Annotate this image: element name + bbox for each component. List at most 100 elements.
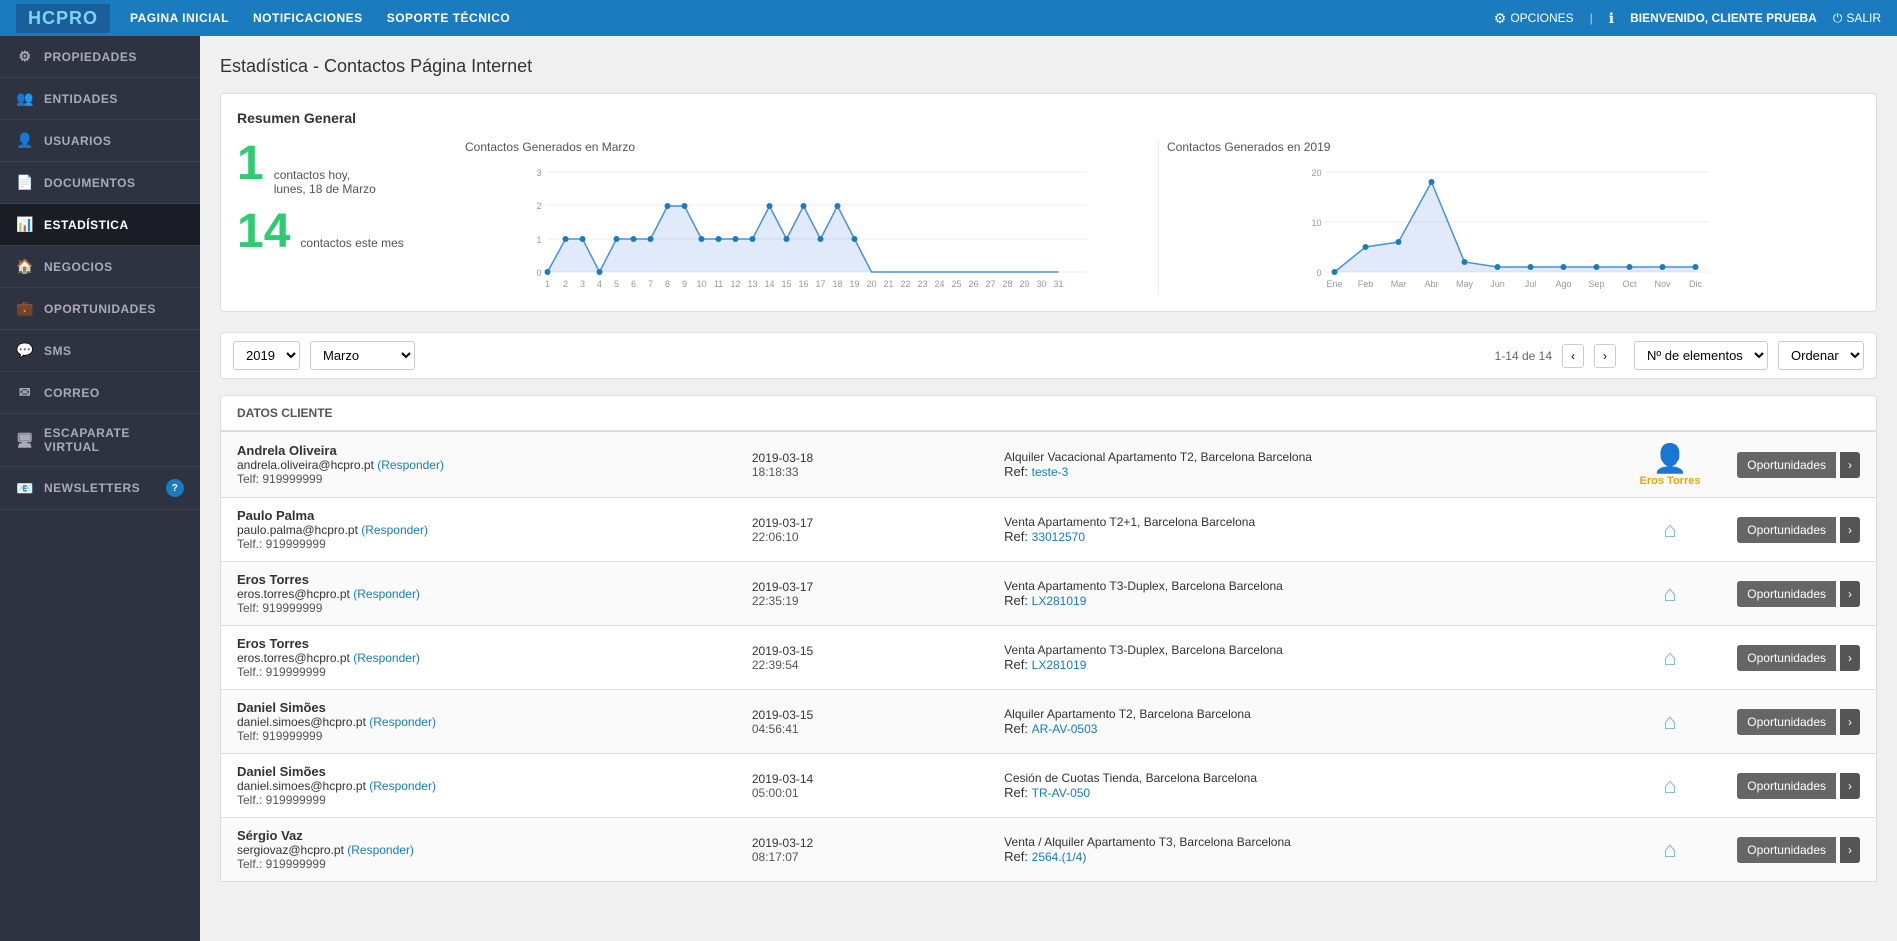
pagination-next[interactable]: › xyxy=(1594,344,1616,368)
svg-text:30: 30 xyxy=(1036,279,1046,289)
property-ref-link[interactable]: TR-AV-050 xyxy=(1032,786,1090,800)
month-select[interactable]: Enero Febrero Marzo Abril Mayo Junio Jul… xyxy=(310,341,415,370)
reply-link[interactable]: (Responder) xyxy=(361,523,428,537)
stat-month-label: contactos este mes xyxy=(300,236,403,250)
pagination-prev[interactable]: ‹ xyxy=(1562,344,1584,368)
reply-link[interactable]: (Responder) xyxy=(353,587,420,601)
year-select[interactable]: 2019 2018 2017 xyxy=(233,341,300,370)
options-button[interactable]: ⚙ OPCIONES xyxy=(1494,10,1574,27)
svg-text:3: 3 xyxy=(580,279,585,289)
svg-text:Jul: Jul xyxy=(1525,279,1537,289)
oportunidades-arrow[interactable]: › xyxy=(1840,452,1860,478)
filters-row: 2019 2018 2017 Enero Febrero Marzo Abril… xyxy=(220,332,1877,379)
property-ref-link[interactable]: AR-AV-0503 xyxy=(1032,722,1098,736)
property-ref-link[interactable]: teste-3 xyxy=(1032,465,1069,479)
agent-name: Eros Torres xyxy=(1620,475,1720,487)
user-label: BIENVENIDO, CLIENTE PRUEBA xyxy=(1630,11,1817,25)
correo-icon: ✉ xyxy=(16,384,34,401)
contact-date: 2019-03-15 22:39:54 xyxy=(752,644,994,672)
oportunidades-arrow[interactable]: › xyxy=(1840,517,1860,543)
svg-text:Dic: Dic xyxy=(1689,279,1702,289)
client-name: Eros Torres xyxy=(237,636,742,651)
property-icon: ⌂ xyxy=(1620,837,1720,863)
sidebar-label-sms: SMS xyxy=(44,344,72,358)
order-select[interactable]: Ordenar xyxy=(1778,341,1864,370)
nav-notificaciones[interactable]: NOTIFICACIONES xyxy=(253,11,363,25)
table-row: Daniel Simões daniel.simoes@hcpro.pt (Re… xyxy=(220,690,1877,754)
property-icon: ⌂ xyxy=(1620,581,1720,607)
oportunidades-button[interactable]: Oportunidades xyxy=(1737,517,1836,543)
oportunidades-arrow[interactable]: › xyxy=(1840,837,1860,863)
svg-text:2: 2 xyxy=(563,279,568,289)
sidebar-item-sms[interactable]: 💬 SMS xyxy=(0,330,200,372)
sidebar-item-usuarios[interactable]: 👤 USUARIOS xyxy=(0,120,200,162)
sidebar-item-entidades[interactable]: 👥 ENTIDADES xyxy=(0,78,200,120)
property-ref-link[interactable]: LX281019 xyxy=(1032,594,1087,608)
reply-link[interactable]: (Responder) xyxy=(347,843,414,857)
summary-stats: 1 contactos hoy, lunes, 18 de Marzo 14 c… xyxy=(237,140,437,295)
svg-text:9: 9 xyxy=(682,279,687,289)
sidebar-item-correo[interactable]: ✉ CORREO xyxy=(0,372,200,414)
property-icon: ⌂ xyxy=(1620,709,1720,735)
svg-text:19: 19 xyxy=(849,279,859,289)
oportunidades-icon: 💼 xyxy=(16,300,34,317)
svg-text:0: 0 xyxy=(536,268,541,278)
svg-text:29: 29 xyxy=(1019,279,1029,289)
client-name: Sérgio Vaz xyxy=(237,828,742,843)
sms-icon: 💬 xyxy=(16,342,34,359)
svg-text:12: 12 xyxy=(730,279,740,289)
summary-card: Resumen General 1 contactos hoy, lunes, … xyxy=(220,93,1877,312)
svg-text:Nov: Nov xyxy=(1654,279,1671,289)
reply-link[interactable]: (Responder) xyxy=(369,779,436,793)
main-content: Estadística - Contactos Página Internet … xyxy=(200,36,1897,941)
property-info: Venta / Alquiler Apartamento T3, Barcelo… xyxy=(1004,835,1610,864)
oportunidades-button[interactable]: Oportunidades xyxy=(1737,581,1836,607)
oportunidades-button[interactable]: Oportunidades xyxy=(1737,837,1836,863)
svg-text:22: 22 xyxy=(900,279,910,289)
client-email: eros.torres@hcpro.pt (Responder) xyxy=(237,651,742,665)
client-name: Daniel Simões xyxy=(237,764,742,779)
oportunidades-button[interactable]: Oportunidades xyxy=(1737,773,1836,799)
options-label: OPCIONES xyxy=(1510,11,1573,25)
client-name: Eros Torres xyxy=(237,572,742,587)
oportunidades-button[interactable]: Oportunidades xyxy=(1737,709,1836,735)
oportunidades-arrow[interactable]: › xyxy=(1840,581,1860,607)
contact-date: 2019-03-12 08:17:07 xyxy=(752,836,994,864)
elements-select[interactable]: Nº de elementos xyxy=(1634,341,1768,370)
property-ref-link[interactable]: 2564.(1/4) xyxy=(1032,850,1087,864)
agent-avatar: 👤 xyxy=(1620,442,1720,475)
nav-pagina-inicial[interactable]: PAGINA INICIAL xyxy=(130,11,229,25)
property-ref-link[interactable]: 33012570 xyxy=(1032,530,1085,544)
nav-soporte[interactable]: SOPORTE TÉCNICO xyxy=(387,11,511,25)
sidebar-item-estadistica[interactable]: 📊 ESTADÍSTICA xyxy=(0,204,200,246)
table-row: Eros Torres eros.torres@hcpro.pt (Respon… xyxy=(220,562,1877,626)
logout-label: SALIR xyxy=(1846,11,1881,25)
sidebar-item-newsletters[interactable]: 📧 NEWSLETTERS ? xyxy=(0,467,200,510)
top-navigation: HCPRO PAGINA INICIAL NOTIFICACIONES SOPO… xyxy=(0,0,1897,36)
reply-link[interactable]: (Responder) xyxy=(369,715,436,729)
oportunidades-arrow[interactable]: › xyxy=(1840,773,1860,799)
agent-info: ⌂ xyxy=(1620,837,1720,863)
contact-date: 2019-03-18 18:18:33 xyxy=(752,451,994,479)
reply-link[interactable]: (Responder) xyxy=(353,651,420,665)
reply-link[interactable]: (Responder) xyxy=(377,458,444,472)
sidebar-label-negocios: NEGOCIOS xyxy=(44,260,113,274)
sidebar-label-oportunidades: OPORTUNIDADES xyxy=(44,302,156,316)
sidebar-item-escaparate[interactable]: 🖥 ESCAPARATE VIRTUAL xyxy=(0,414,200,467)
oportunidades-button[interactable]: Oportunidades xyxy=(1737,645,1836,671)
sidebar-label-estadistica: ESTADÍSTICA xyxy=(44,218,129,232)
oportunidades-arrow[interactable]: › xyxy=(1840,709,1860,735)
oportunidades-arrow[interactable]: › xyxy=(1840,645,1860,671)
sidebar-item-negocios[interactable]: 🏠 NEGOCIOS xyxy=(0,246,200,288)
svg-text:7: 7 xyxy=(648,279,653,289)
sidebar-item-oportunidades[interactable]: 💼 OPORTUNIDADES xyxy=(0,288,200,330)
property-ref-link[interactable]: LX281019 xyxy=(1032,658,1087,672)
sidebar-item-documentos[interactable]: 📄 DOCUMENTOS xyxy=(0,162,200,204)
logo[interactable]: HCPRO xyxy=(16,4,110,33)
oportunidades-button[interactable]: Oportunidades xyxy=(1737,452,1836,478)
contact-date: 2019-03-15 04:56:41 xyxy=(752,708,994,736)
client-name: Andrela Oliveira xyxy=(237,443,742,458)
logout-button[interactable]: ⏻ SALIR xyxy=(1833,11,1881,26)
logout-icon: ⏻ xyxy=(1833,11,1843,26)
sidebar-item-propiedades[interactable]: ⚙ PROPIEDADES xyxy=(0,36,200,78)
